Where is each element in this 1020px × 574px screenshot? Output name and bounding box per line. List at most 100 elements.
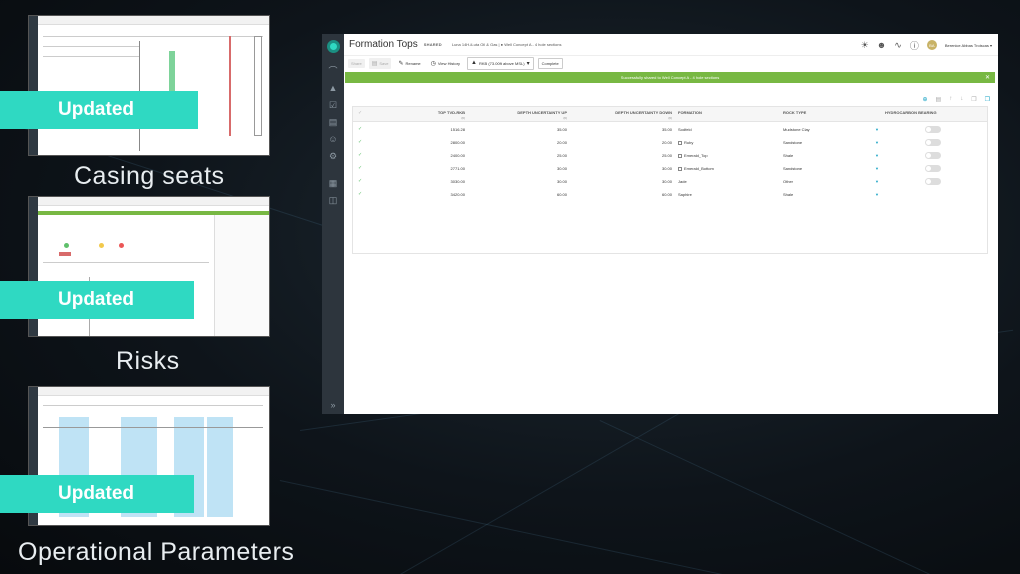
table-row[interactable]: ✓ 3420.00 60.00 60.00 Saphire Shale ▼ [353, 188, 987, 201]
add-row-icon[interactable]: ⊕ [923, 96, 928, 103]
success-banner: Successfully shared to Well Concept A - … [345, 72, 995, 83]
help-icon[interactable]: ⓘ [910, 39, 919, 52]
rock-type-cell[interactable]: Sandstone [783, 166, 802, 171]
formation-cell[interactable]: Jade [678, 179, 687, 184]
formation-cell[interactable]: Ruby [678, 140, 693, 145]
rock-type-cell[interactable]: Sandstone [783, 140, 802, 145]
activity-icon[interactable]: ∿ [894, 40, 902, 51]
thumbnail-caption: Operational Parameters [18, 538, 295, 566]
top-tvd-cell[interactable]: 2800.00 [451, 140, 465, 145]
history-icon: ◷ [430, 60, 436, 67]
close-icon[interactable]: ✕ [985, 74, 990, 81]
user-menu[interactable]: Berenice Abbas Troiscas ▾ [945, 43, 992, 48]
formation-cell[interactable]: Emerald_Bottom [678, 166, 714, 171]
top-tvd-cell[interactable]: 2400.00 [451, 153, 465, 158]
delete-row-icon[interactable]: ▤ [936, 96, 942, 103]
uncertainty-down-cell[interactable]: 30.00 [662, 179, 672, 184]
row-check-icon[interactable]: ✓ [358, 165, 362, 171]
formation-cell[interactable]: Saphire [678, 192, 692, 197]
row-check-icon[interactable]: ✓ [358, 152, 362, 158]
uncertainty-up-cell[interactable]: 30.00 [557, 179, 567, 184]
table-row[interactable]: ✓ 2771.00 30.00 30.00 Emerald_Bottom Sandston… [353, 162, 987, 175]
row-check-icon[interactable]: ✓ [358, 191, 362, 197]
top-tvd-cell[interactable]: 2771.00 [451, 166, 465, 171]
dashboard-icon[interactable]: ⌒ [328, 63, 337, 80]
column-header[interactable]: DEPTH UNCERTAINTY UP [517, 110, 567, 115]
column-header[interactable]: TOP TVD-RKB [438, 110, 465, 115]
user-activity-icon[interactable]: ☻ [877, 40, 886, 50]
expand-sidebar-icon[interactable]: » [330, 400, 335, 410]
thumbnail-caption: Risks [116, 347, 180, 375]
rename-button[interactable]: ✎ Rename [395, 58, 423, 69]
move-down-icon[interactable]: ↓ [960, 96, 963, 103]
row-check-icon[interactable]: ✓ [358, 139, 362, 145]
datum-select[interactable]: ▲ RKB (73.00ft above MSL) ▾ [467, 56, 534, 70]
uncertainty-up-cell[interactable]: 35.00 [557, 127, 567, 132]
uncertainty-up-cell[interactable]: 30.00 [557, 166, 567, 171]
formation-cell[interactable]: Sodfeld [678, 127, 692, 132]
updated-badge: Updated [0, 475, 194, 513]
select-all-checkbox[interactable]: ✓ [358, 110, 362, 116]
complete-button[interactable]: Complete [537, 57, 563, 69]
table-row[interactable]: ✓ 3030.00 30.00 30.00 Jade Other ▼ [353, 175, 987, 188]
chevron-down-icon[interactable]: ▼ [875, 140, 879, 145]
top-tvd-cell[interactable]: 3030.00 [451, 179, 465, 184]
copy-icon[interactable]: ❐ [971, 96, 976, 103]
document-icon[interactable]: ▤ [329, 114, 338, 131]
chevron-down-icon[interactable]: ▼ [875, 153, 879, 158]
table-row[interactable]: ✓ 1516.28 35.00 35.00 Sodfeld Mudstone Clay ▼ [353, 123, 987, 136]
rock-type-cell[interactable]: Shale [783, 192, 793, 197]
chevron-down-icon[interactable]: ▼ [875, 127, 879, 132]
rock-type-cell[interactable]: Shale [783, 153, 793, 158]
success-banner-text: Successfully shared to Well Concept A - … [620, 75, 720, 80]
uncertainty-up-cell[interactable]: 20.00 [557, 140, 567, 145]
settings-icon[interactable]: ⚙ [329, 148, 337, 165]
paste-icon[interactable]: ❐ [985, 96, 990, 103]
people-icon[interactable]: ☺ [328, 131, 337, 148]
hydrocarbon-toggle[interactable] [925, 139, 941, 146]
uncertainty-up-cell[interactable]: 60.00 [557, 192, 567, 197]
uncertainty-down-cell[interactable]: 35.00 [662, 127, 672, 132]
thumbnail-casing-seats[interactable] [28, 15, 270, 156]
rock-type-cell[interactable]: Other [783, 179, 793, 184]
hydrocarbon-toggle[interactable] [925, 178, 941, 185]
datum-select-label: RKB (73.00ft above MSL) [479, 60, 525, 66]
top-tvd-cell[interactable]: 3420.00 [451, 192, 465, 197]
column-header[interactable]: FORMATION [678, 110, 702, 115]
chevron-down-icon[interactable]: ▼ [875, 166, 879, 171]
hydrocarbon-toggle[interactable] [925, 165, 941, 172]
rock-type-cell[interactable]: Mudstone Clay [783, 127, 810, 132]
uncertainty-down-cell[interactable]: 60.00 [662, 192, 672, 197]
formation-cell[interactable]: Emerald_Top [678, 153, 708, 158]
table-tools: ⊕ ▤ ↑ ↓ ❐ ❐ [923, 96, 990, 103]
move-up-icon[interactable]: ↑ [949, 96, 952, 103]
chevron-down-icon[interactable]: ▼ [875, 179, 879, 184]
avatar[interactable]: BA [926, 40, 937, 50]
hydrocarbon-toggle[interactable] [925, 152, 941, 159]
lightbulb-icon[interactable]: ☀ [861, 40, 869, 51]
column-header[interactable]: DEPTH UNCERTAINTY DOWN [615, 110, 672, 115]
row-check-icon[interactable]: ✓ [358, 126, 362, 132]
report-icon[interactable]: ▦ [329, 175, 338, 192]
breadcrumb[interactable]: Luna 14H-iLuta Oil & Gas | ● Well Concep… [452, 42, 562, 47]
top-tvd-cell[interactable]: 1516.28 [451, 127, 465, 132]
hydrocarbon-toggle[interactable] [925, 126, 941, 133]
share-button[interactable]: Share [348, 58, 365, 68]
row-check-icon[interactable]: ✓ [358, 178, 362, 184]
formation-tops-table: ✓ TOP TVD-RKB (ft) DEPTH UNCERTAINTY UP … [352, 106, 988, 254]
chevron-down-icon[interactable]: ▼ [875, 192, 879, 197]
uncertainty-down-cell[interactable]: 30.00 [662, 166, 672, 171]
view-history-button[interactable]: ◷ View History [428, 58, 463, 69]
column-header[interactable]: HYDROCARBON BEARING [885, 110, 937, 115]
share-icon[interactable]: ◫ [329, 192, 338, 209]
table-row[interactable]: ✓ 2800.00 20.00 20.00 Ruby Sandstone ▼ [353, 136, 987, 149]
column-header[interactable]: ROCK TYPE [783, 110, 806, 115]
uncertainty-up-cell[interactable]: 25.00 [557, 153, 567, 158]
updated-badge: Updated [0, 281, 194, 319]
save-button[interactable]: ▤ Save [368, 57, 392, 69]
table-row[interactable]: ✓ 2400.00 25.00 25.00 Emerald_Top Shale ▼ [353, 149, 987, 162]
uncertainty-down-cell[interactable]: 25.00 [662, 153, 672, 158]
checklist-icon[interactable]: ☑ [329, 97, 337, 114]
navigate-icon[interactable]: ▲ [329, 80, 338, 97]
uncertainty-down-cell[interactable]: 20.00 [662, 140, 672, 145]
